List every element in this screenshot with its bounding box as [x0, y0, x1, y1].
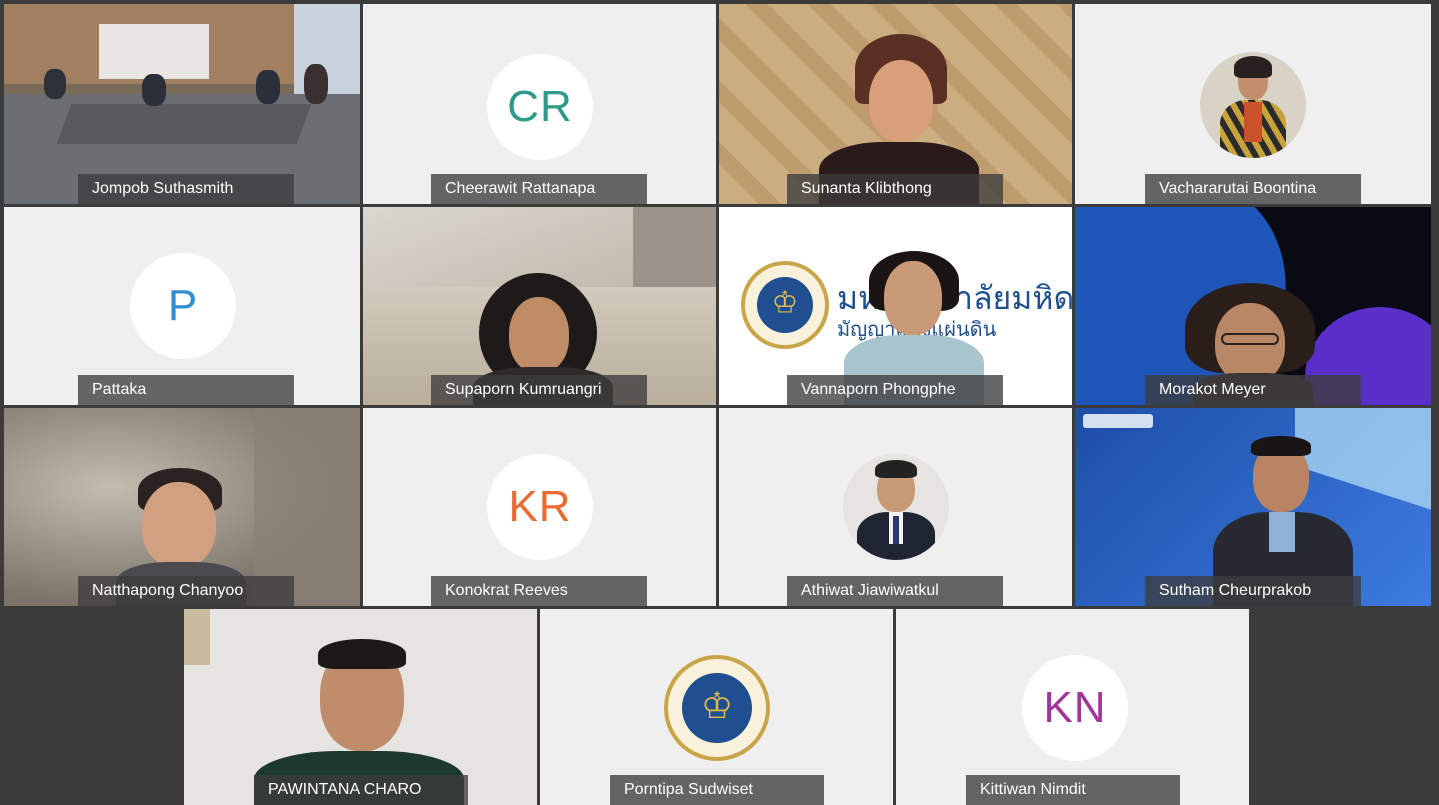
participant-tile-pawintana[interactable]: PAWINTANA CHARO [184, 609, 537, 805]
participant-tile-vachararutai[interactable]: Vachararutai Boontina [1075, 4, 1431, 204]
participant-name: PAWINTANA CHARO [254, 775, 468, 805]
participant-name: Konokrat Reeves [431, 576, 647, 606]
participant-name: Supaporn Kumruangri [431, 375, 647, 405]
mahidol-seal-icon: ♔ [664, 655, 770, 761]
participant-tile-konokrat[interactable]: KR Konokrat Reeves [363, 408, 716, 606]
participant-tile-supaporn[interactable]: Supaporn Kumruangri [363, 207, 716, 405]
mahidol-seal-icon: ♔ [741, 261, 829, 349]
participant-tile-morakot[interactable]: Morakot Meyer [1075, 207, 1431, 405]
participant-name: Kittiwan Nimdit [966, 775, 1180, 805]
participant-tile-sunanta[interactable]: Sunanta Klibthong [719, 4, 1072, 204]
profile-photo [843, 454, 949, 560]
participant-name: Pattaka [78, 375, 294, 405]
participant-tile-pattaka[interactable]: P Pattaka [4, 207, 360, 405]
mahidol-logo-icon [1083, 414, 1153, 428]
participant-name: Vannaporn Phongphe [787, 375, 1003, 405]
video-grid: Jompob Suthasmith CR Cheerawit Rattanapa… [0, 0, 1439, 805]
participant-name: Morakot Meyer [1145, 375, 1361, 405]
initials-avatar: P [130, 253, 236, 359]
participant-tile-vannaporn[interactable]: ♔ มหาวิทยาลัยมหิดล มัญญาแห่งแผ่นดิน Vann… [719, 207, 1072, 405]
initials-avatar: CR [487, 54, 593, 160]
participant-tile-jompob[interactable]: Jompob Suthasmith [4, 4, 360, 204]
participant-name: Cheerawit Rattanapa [431, 174, 647, 204]
participant-tile-kittiwan[interactable]: KN Kittiwan Nimdit [896, 609, 1249, 805]
participant-tile-porntipa[interactable]: ♔ Porntipa Sudwiset [540, 609, 893, 805]
initials-avatar: KN [1022, 655, 1128, 761]
participant-tile-natthapong[interactable]: Natthapong Chanyoo [4, 408, 360, 606]
participant-name: Sunanta Klibthong [787, 174, 1003, 204]
participant-tile-athiwat[interactable]: Athiwat Jiawiwatkul [719, 408, 1072, 606]
initials-avatar: KR [487, 454, 593, 560]
participant-name: Jompob Suthasmith [78, 174, 294, 204]
participant-name: Porntipa Sudwiset [610, 775, 824, 805]
participant-tile-cheerawit[interactable]: CR Cheerawit Rattanapa [363, 4, 716, 204]
participant-name: Sutham Cheurprakob [1145, 576, 1361, 606]
profile-photo [1200, 52, 1306, 158]
participant-name: Athiwat Jiawiwatkul [787, 576, 1003, 606]
participant-name: Vachararutai Boontina [1145, 174, 1361, 204]
participant-tile-sutham[interactable]: Sutham Cheurprakob [1075, 408, 1431, 606]
participant-name: Natthapong Chanyoo [78, 576, 294, 606]
